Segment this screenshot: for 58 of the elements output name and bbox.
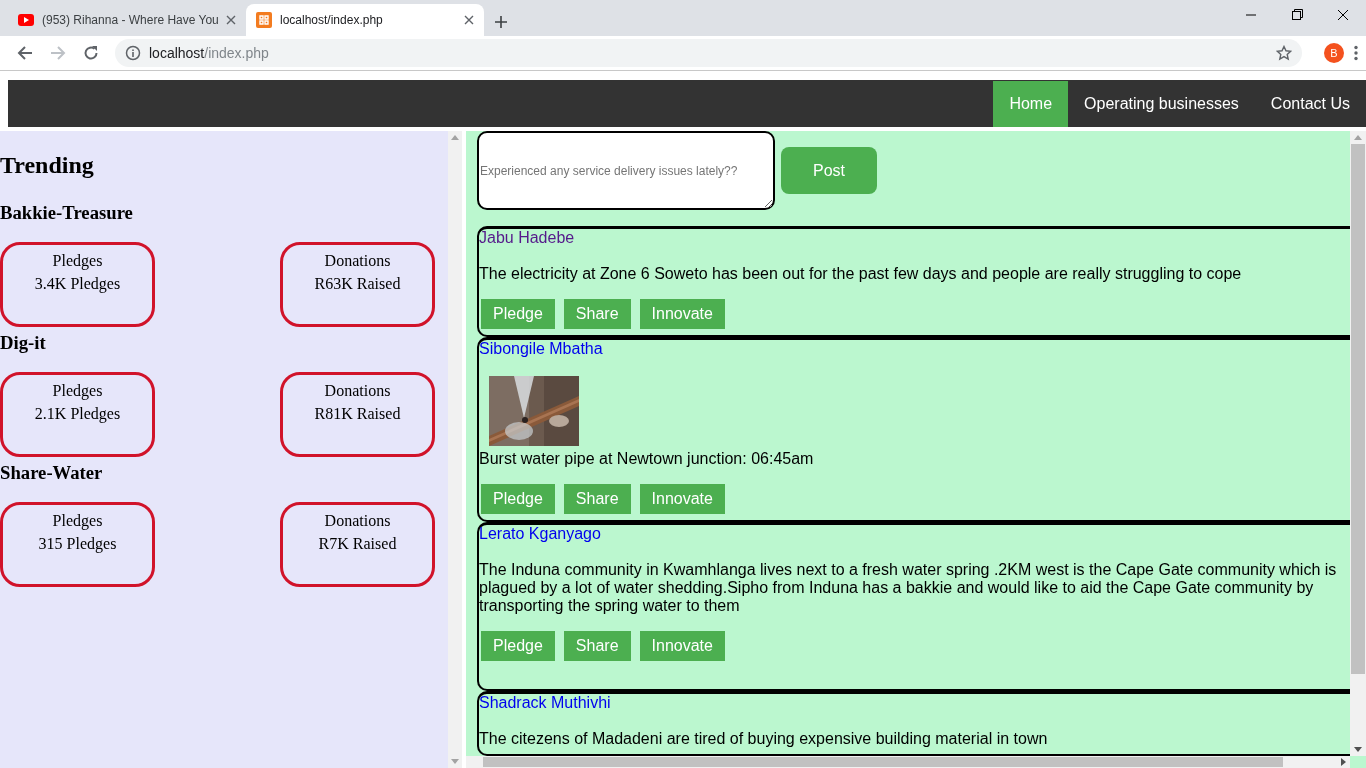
action-button[interactable]: Innovate xyxy=(639,299,725,329)
card-value: R7K Raised xyxy=(318,534,397,554)
browser-tab[interactable]: localhost/index.php xyxy=(246,4,484,36)
address-bar[interactable]: localhost/index.php xyxy=(115,39,1302,67)
scroll-thumb[interactable] xyxy=(483,757,1283,767)
info-icon[interactable] xyxy=(125,45,141,61)
post-field[interactable]: Experienced any service delivery issues lately?? xyxy=(477,131,775,210)
card-value: R81K Raised xyxy=(314,404,401,424)
back-arrow-icon[interactable] xyxy=(16,45,33,61)
action-button[interactable]: Pledge xyxy=(481,484,555,514)
post-text: The electricity at Zone 6 Soweto has been out for the past few days and people are really struggling to cope xyxy=(479,265,1243,283)
action-button[interactable]: Share xyxy=(563,631,631,661)
author-link[interactable]: Shadrack Muthivhi xyxy=(479,694,611,712)
plus-icon[interactable] xyxy=(494,15,508,29)
close-icon[interactable] xyxy=(464,15,474,25)
card-label: Donations xyxy=(324,381,391,401)
action-button[interactable]: Pledge xyxy=(481,299,555,329)
server-icon xyxy=(256,12,272,28)
star-icon[interactable] xyxy=(1276,45,1292,61)
action-button[interactable]: Innovate xyxy=(639,631,725,661)
card-label: Pledges xyxy=(52,251,103,272)
card-label: Pledges xyxy=(52,511,103,532)
post-text: Burst water pipe at Newtown junction: 06:45am xyxy=(479,450,815,468)
post-text: The Induna community in Kwamhlanga lives next to a fresh water spring .2KM west is the Cape Gate community which is plagued by a lot of water shedding.Sipho from Induna has a bakkie and would like to aid the Cape Gate community by transporting the spring water to them xyxy=(479,561,1338,615)
project-title: Bakkie-Treasure xyxy=(0,202,134,224)
scroll-thumb[interactable] xyxy=(1351,144,1365,674)
post-text: The citezens of Madadeni are tired of buying expensive building material in town xyxy=(479,730,1049,748)
scrollbar[interactable] xyxy=(466,756,1350,768)
post-button[interactable]: Post xyxy=(781,147,877,194)
profile-avatar[interactable]: B xyxy=(1324,43,1344,63)
card-label: Pledges xyxy=(52,381,103,402)
action-button[interactable]: Share xyxy=(563,299,631,329)
section-title: Trending xyxy=(0,151,95,179)
nav-link[interactable]: Contact Us xyxy=(1254,81,1366,127)
card-value: 2.1K Pledges xyxy=(34,404,121,425)
menu-icon[interactable] xyxy=(1354,45,1358,61)
project-title: Dig-it xyxy=(0,332,47,354)
nav-link[interactable]: Operating businesses xyxy=(1068,81,1255,127)
scroll-right-icon[interactable] xyxy=(1341,758,1346,766)
card-value: 315 Pledges xyxy=(38,534,117,555)
author-link[interactable]: Jabu Hadebe xyxy=(479,229,575,247)
card-value: 3.4K Pledges xyxy=(34,274,121,295)
nav-link[interactable]: Home xyxy=(993,81,1069,127)
scrollbar[interactable] xyxy=(1350,131,1366,756)
project-title: Share-Water xyxy=(0,462,104,484)
author-link[interactable]: Lerato Kganyago xyxy=(479,525,601,543)
author-link[interactable]: Sibongile Mbatha xyxy=(479,340,603,358)
video-icon xyxy=(18,14,34,26)
action-button[interactable]: Pledge xyxy=(481,631,555,661)
close-icon[interactable] xyxy=(226,15,236,25)
card-label: Donations xyxy=(324,511,391,531)
action-button[interactable]: Innovate xyxy=(639,484,725,514)
scroll-down-icon[interactable] xyxy=(1354,747,1362,752)
reload-icon[interactable] xyxy=(82,45,99,61)
card-value: R63K Raised xyxy=(314,274,401,294)
action-button[interactable]: Share xyxy=(563,484,631,514)
browser-tab[interactable]: (953) Rihanna - Where Have You xyxy=(8,4,246,36)
card-label: Donations xyxy=(324,251,391,271)
